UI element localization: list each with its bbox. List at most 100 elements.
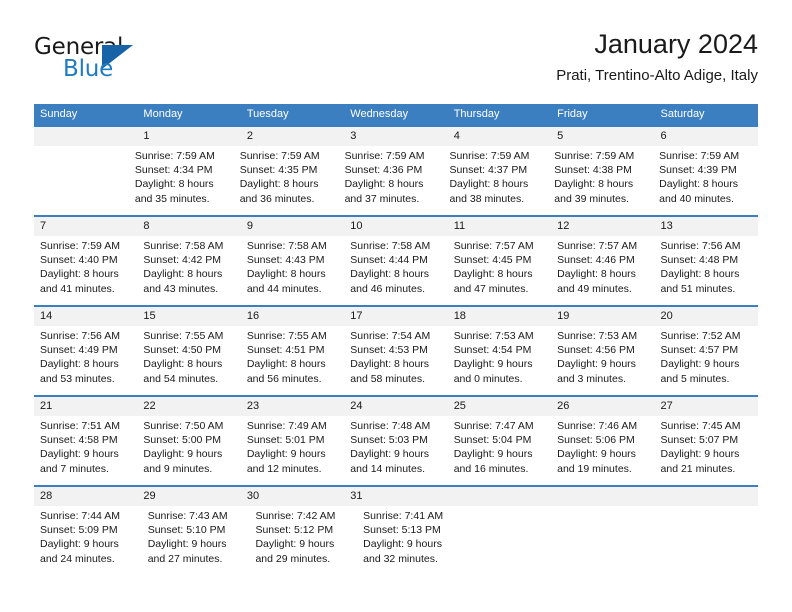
day-number-6[interactable]: 6 bbox=[655, 127, 758, 146]
day-number-11[interactable]: 11 bbox=[448, 217, 551, 236]
day-number-26[interactable]: 26 bbox=[551, 397, 654, 416]
day-cell-4[interactable]: Sunrise: 7:59 AM Sunset: 4:37 PM Daylight:… bbox=[443, 146, 548, 215]
sunset-text: Sunset: 4:49 PM bbox=[40, 344, 118, 357]
day-cell-8[interactable]: Sunrise: 7:58 AM Sunset: 4:42 PM Daylight:… bbox=[137, 236, 240, 305]
day-number-4[interactable]: 4 bbox=[448, 127, 551, 146]
daylight-text-cont: and 46 minutes. bbox=[350, 282, 425, 295]
day-cell-15[interactable]: Sunrise: 7:55 AM Sunset: 4:50 PM Daylight:… bbox=[137, 326, 240, 395]
day-number-7[interactable]: 7 bbox=[34, 217, 137, 236]
day-cell-21[interactable]: Sunrise: 7:51 AM Sunset: 4:58 PM Daylight:… bbox=[34, 416, 137, 485]
day-cell-10[interactable]: Sunrise: 7:58 AM Sunset: 4:44 PM Daylight:… bbox=[344, 236, 447, 305]
sunrise-text: Sunrise: 7:46 AM bbox=[557, 420, 638, 432]
day-number-17[interactable]: 17 bbox=[344, 307, 447, 326]
day-number-14[interactable]: 14 bbox=[34, 307, 137, 326]
sunset-text: Sunset: 4:43 PM bbox=[246, 254, 325, 267]
day-number-21[interactable]: 21 bbox=[34, 397, 137, 416]
day-number-row: 123456 bbox=[34, 127, 758, 146]
weekday-header-monday: Monday bbox=[143, 108, 183, 120]
day-cell-26[interactable]: Sunrise: 7:46 AM Sunset: 5:06 PM Daylight:… bbox=[551, 416, 654, 485]
day-number-27[interactable]: 27 bbox=[655, 397, 758, 416]
day-number-31[interactable]: 31 bbox=[344, 487, 447, 506]
day-cell-31[interactable]: Sunrise: 7:41 AM Sunset: 5:13 PM Daylight:… bbox=[357, 506, 465, 575]
day-cell-24[interactable]: Sunrise: 7:48 AM Sunset: 5:03 PM Daylight:… bbox=[344, 416, 447, 485]
day-cell-23[interactable]: Sunrise: 7:49 AM Sunset: 5:01 PM Daylight:… bbox=[241, 416, 344, 485]
day-number-12[interactable]: 12 bbox=[551, 217, 654, 236]
sunset-text: Sunset: 4:38 PM bbox=[554, 164, 632, 177]
day-cell-25[interactable]: Sunrise: 7:47 AM Sunset: 5:04 PM Daylight:… bbox=[448, 416, 551, 485]
day-number-28[interactable]: 28 bbox=[34, 487, 137, 506]
daylight-text: Daylight: 9 hours bbox=[255, 538, 335, 551]
sunrise-text: Sunrise: 7:42 AM bbox=[255, 510, 336, 522]
day-cell-27[interactable]: Sunrise: 7:45 AM Sunset: 5:07 PM Daylight:… bbox=[655, 416, 758, 485]
day-cell-6[interactable]: Sunrise: 7:59 AM Sunset: 4:39 PM Daylight:… bbox=[653, 146, 758, 215]
daylight-text-cont: and 0 minutes. bbox=[453, 372, 523, 385]
daylight-text: Daylight: 9 hours bbox=[557, 358, 636, 371]
day-cell-20[interactable]: Sunrise: 7:52 AM Sunset: 4:57 PM Daylight:… bbox=[655, 326, 758, 395]
daylight-text-cont: and 7 minutes. bbox=[40, 462, 109, 475]
day-details-row: Sunrise: 7:44 AM Sunset: 5:09 PM Daylight:… bbox=[34, 506, 758, 575]
day-number-25[interactable]: 25 bbox=[448, 397, 551, 416]
day-cell-1[interactable]: Sunrise: 7:59 AM Sunset: 4:34 PM Daylight:… bbox=[129, 146, 234, 215]
day-number-29[interactable]: 29 bbox=[137, 487, 240, 506]
day-cell-22[interactable]: Sunrise: 7:50 AM Sunset: 5:00 PM Daylight:… bbox=[137, 416, 240, 485]
sunset-text: Sunset: 5:09 PM bbox=[40, 524, 118, 537]
sunrise-text: Sunrise: 7:59 AM bbox=[659, 150, 740, 162]
day-number-20[interactable]: 20 bbox=[655, 307, 758, 326]
day-number-3[interactable]: 3 bbox=[344, 127, 447, 146]
day-number-18[interactable]: 18 bbox=[448, 307, 551, 326]
day-number-8[interactable]: 8 bbox=[137, 217, 240, 236]
sunrise-text: Sunrise: 7:58 AM bbox=[143, 240, 224, 252]
daylight-text: Daylight: 8 hours bbox=[143, 268, 223, 281]
day-cell-2[interactable]: Sunrise: 7:59 AM Sunset: 4:35 PM Daylight:… bbox=[234, 146, 339, 215]
day-number-2[interactable]: 2 bbox=[241, 127, 344, 146]
general-blue-logo[interactable]: General Blue bbox=[34, 34, 274, 90]
day-cell-7[interactable]: Sunrise: 7:59 AM Sunset: 4:40 PM Daylight:… bbox=[34, 236, 137, 305]
sunset-text: Sunset: 4:51 PM bbox=[246, 344, 325, 357]
day-number-23[interactable]: 23 bbox=[241, 397, 344, 416]
day-cell-17[interactable]: Sunrise: 7:54 AM Sunset: 4:53 PM Daylight:… bbox=[344, 326, 447, 395]
day-cell-12[interactable]: Sunrise: 7:57 AM Sunset: 4:46 PM Daylight:… bbox=[551, 236, 654, 305]
day-cell-16[interactable]: Sunrise: 7:55 AM Sunset: 4:51 PM Daylight:… bbox=[241, 326, 344, 395]
calendar-page: General Blue January 2024 Prati, Trentin… bbox=[0, 0, 792, 612]
day-cell-19[interactable]: Sunrise: 7:53 AM Sunset: 4:56 PM Daylight:… bbox=[551, 326, 654, 395]
day-cell-30[interactable]: Sunrise: 7:42 AM Sunset: 5:12 PM Daylight:… bbox=[249, 506, 357, 575]
daylight-text-cont: and 36 minutes. bbox=[239, 192, 315, 205]
day-number-9[interactable]: 9 bbox=[241, 217, 344, 236]
day-number-16[interactable]: 16 bbox=[241, 307, 344, 326]
sunrise-text: Sunrise: 7:57 AM bbox=[453, 240, 534, 252]
day-cell-18[interactable]: Sunrise: 7:53 AM Sunset: 4:54 PM Daylight:… bbox=[448, 326, 551, 395]
sunrise-text: Sunrise: 7:50 AM bbox=[143, 420, 224, 432]
day-number-30[interactable]: 30 bbox=[241, 487, 344, 506]
day-number-24[interactable]: 24 bbox=[344, 397, 447, 416]
day-cell-9[interactable]: Sunrise: 7:58 AM Sunset: 4:43 PM Daylight:… bbox=[241, 236, 344, 305]
sunset-text: Sunset: 4:44 PM bbox=[350, 254, 428, 267]
daylight-text: Daylight: 9 hours bbox=[147, 538, 227, 551]
daylight-text-cont: and 49 minutes. bbox=[557, 282, 632, 295]
day-number-13[interactable]: 13 bbox=[655, 217, 758, 236]
day-cell-13[interactable]: Sunrise: 7:56 AM Sunset: 4:48 PM Daylight:… bbox=[655, 236, 758, 305]
day-number-1[interactable]: 1 bbox=[137, 127, 240, 146]
daylight-text-cont: and 43 minutes. bbox=[143, 282, 219, 295]
daylight-text-cont: and 21 minutes. bbox=[660, 462, 736, 475]
day-number-5[interactable]: 5 bbox=[551, 127, 654, 146]
daylight-text: Daylight: 8 hours bbox=[557, 268, 636, 281]
day-number-10[interactable]: 10 bbox=[344, 217, 447, 236]
daylight-text: Daylight: 8 hours bbox=[350, 268, 430, 281]
day-cell-14[interactable]: Sunrise: 7:56 AM Sunset: 4:49 PM Daylight:… bbox=[34, 326, 137, 395]
day-cell-28[interactable]: Sunrise: 7:44 AM Sunset: 5:09 PM Daylight:… bbox=[34, 506, 142, 575]
daylight-text: Daylight: 9 hours bbox=[453, 358, 533, 371]
day-cell-3[interactable]: Sunrise: 7:59 AM Sunset: 4:36 PM Daylight:… bbox=[339, 146, 444, 215]
day-number-22[interactable]: 22 bbox=[137, 397, 240, 416]
day-cell-29[interactable]: Sunrise: 7:43 AM Sunset: 5:10 PM Daylight:… bbox=[142, 506, 250, 575]
calendar-week-row: 28 29 30 31 Sunrise: 7:44 AM Sunset: 5:09 PM D… bbox=[34, 485, 758, 575]
weekday-header-tuesday: Tuesday bbox=[246, 108, 289, 120]
sunset-text: Sunset: 4:57 PM bbox=[660, 344, 739, 357]
daylight-text: Daylight: 8 hours bbox=[246, 268, 326, 281]
day-number-15[interactable]: 15 bbox=[137, 307, 240, 326]
day-number-19[interactable]: 19 bbox=[551, 307, 654, 326]
sunrise-text: Sunrise: 7:58 AM bbox=[246, 240, 327, 252]
day-cell-5[interactable]: Sunrise: 7:59 AM Sunset: 4:38 PM Daylight:… bbox=[548, 146, 653, 215]
day-cell-11[interactable]: Sunrise: 7:57 AM Sunset: 4:45 PM Daylight:… bbox=[448, 236, 551, 305]
day-cell-empty bbox=[465, 506, 563, 575]
daylight-text: Daylight: 8 hours bbox=[660, 268, 740, 281]
